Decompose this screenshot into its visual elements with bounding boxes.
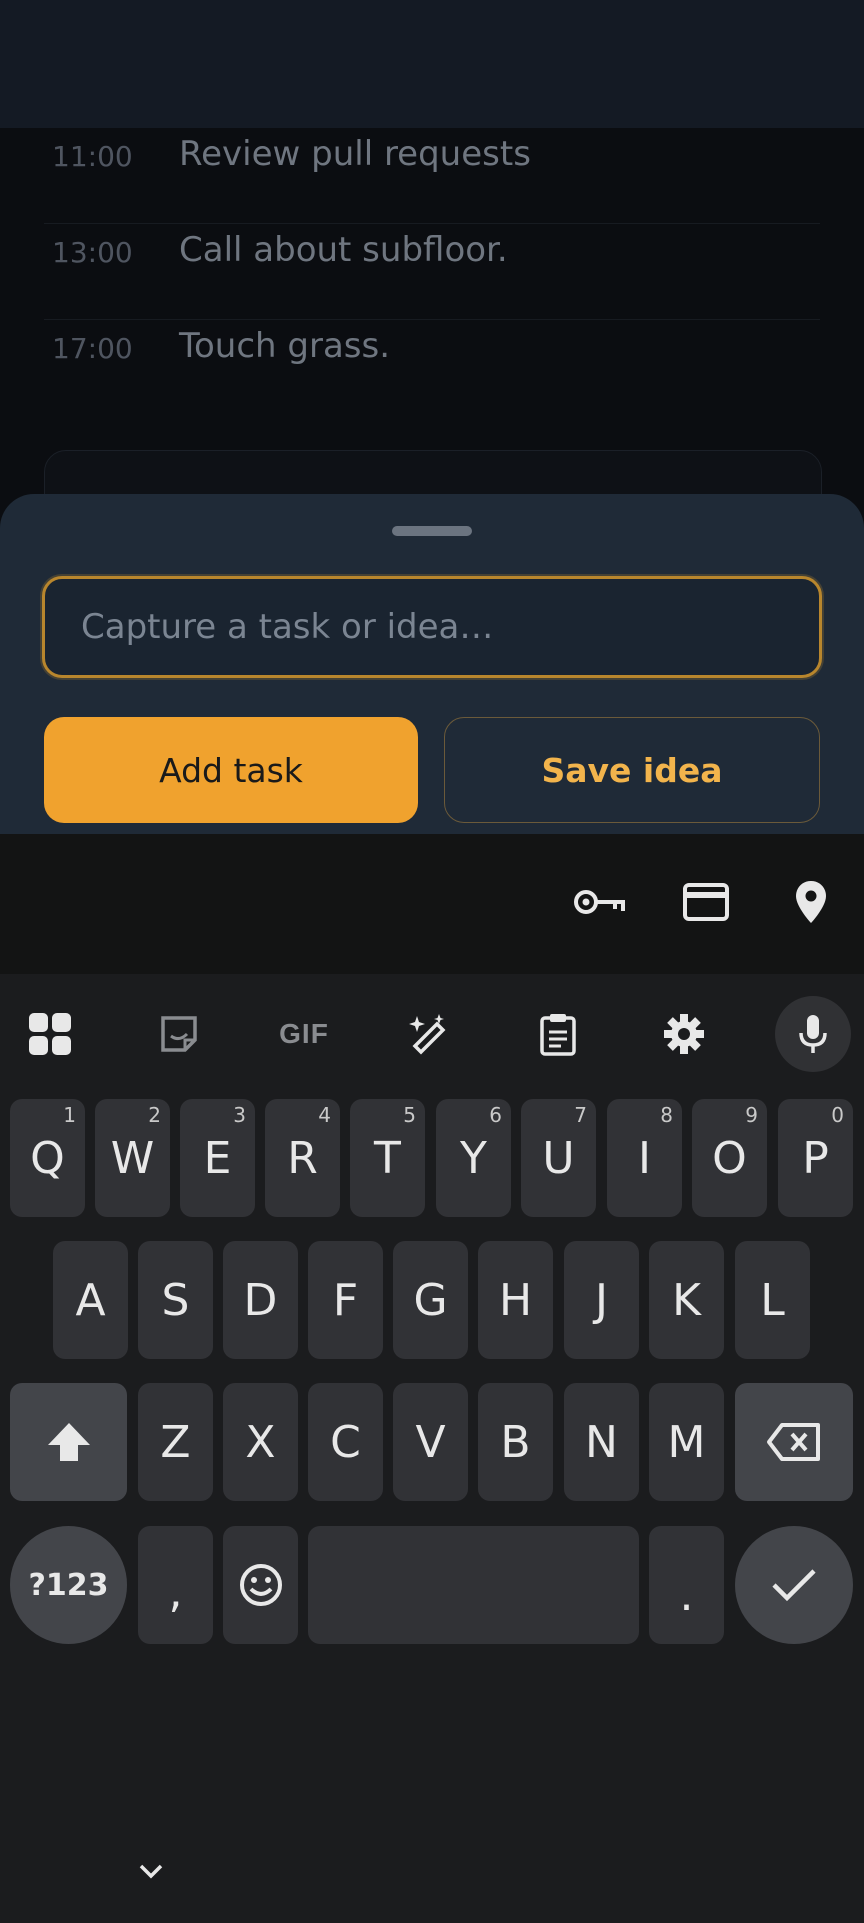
key-j[interactable]: J: [564, 1241, 639, 1359]
drag-handle[interactable]: [392, 526, 472, 536]
shift-key[interactable]: [10, 1383, 127, 1501]
key-label: O: [712, 1132, 747, 1184]
quick-capture-sheet: Add task Save idea: [0, 494, 864, 834]
key-hint: 4: [318, 1103, 331, 1127]
key-hint: 7: [574, 1103, 587, 1127]
key-s[interactable]: S: [138, 1241, 213, 1359]
schedule-title: Touch grass.: [179, 326, 391, 366]
key-o[interactable]: O9: [692, 1099, 767, 1217]
key-label: T: [374, 1132, 401, 1184]
keyboard-toolbar: GIF: [0, 974, 864, 1096]
add-task-button[interactable]: Add task: [44, 717, 418, 823]
key-m[interactable]: M: [649, 1383, 724, 1501]
key-label: P: [802, 1132, 829, 1184]
schedule-title: Review pull requests: [179, 134, 531, 174]
location-pin-icon[interactable]: [781, 872, 841, 932]
schedule-time: 11:00: [52, 140, 133, 173]
microphone-icon[interactable]: [775, 996, 851, 1072]
key-p[interactable]: P0: [778, 1099, 853, 1217]
gif-label: GIF: [279, 1018, 329, 1049]
save-idea-button[interactable]: Save idea: [444, 717, 820, 823]
key-hint: 3: [233, 1103, 246, 1127]
comma-key[interactable]: ,: [138, 1526, 213, 1644]
backspace-key[interactable]: [735, 1383, 853, 1501]
key-g[interactable]: G: [393, 1241, 468, 1359]
key-hint: 9: [745, 1103, 758, 1127]
backspace-icon: [767, 1423, 820, 1461]
key-v[interactable]: V: [393, 1383, 468, 1501]
key-hint: 6: [489, 1103, 502, 1127]
key-hint: 2: [148, 1103, 161, 1127]
key-y[interactable]: Y6: [436, 1099, 511, 1217]
sticker-icon[interactable]: [141, 996, 217, 1072]
key-l[interactable]: L: [735, 1241, 810, 1359]
schedule-time: 17:00: [52, 332, 133, 365]
key-icon[interactable]: [570, 872, 630, 932]
check-icon: [772, 1569, 816, 1602]
shift-icon: [47, 1423, 90, 1461]
emoji-key[interactable]: [223, 1526, 298, 1644]
key-h[interactable]: H: [478, 1241, 553, 1359]
key-c[interactable]: C: [308, 1383, 383, 1501]
key-z[interactable]: Z: [138, 1383, 213, 1501]
space-key[interactable]: [308, 1526, 639, 1644]
key-i[interactable]: I8: [607, 1099, 682, 1217]
apps-grid-icon[interactable]: [12, 996, 88, 1072]
settings-icon[interactable]: [646, 996, 722, 1072]
key-f[interactable]: F: [308, 1241, 383, 1359]
gif-icon[interactable]: GIF: [266, 996, 342, 1072]
key-hint: 5: [403, 1103, 416, 1127]
key-u[interactable]: U7: [521, 1099, 596, 1217]
emoji-icon: [239, 1564, 282, 1606]
key-label: U: [542, 1132, 575, 1184]
key-label: I: [638, 1132, 651, 1184]
status-bar-area: [0, 0, 864, 128]
key-hint: 0: [831, 1103, 844, 1127]
capture-field[interactable]: [42, 576, 822, 678]
key-w[interactable]: W2: [95, 1099, 170, 1217]
key-r[interactable]: R4: [265, 1099, 340, 1217]
schedule-row[interactable]: 17:00 Touch grass.: [44, 320, 820, 415]
chevron-down-icon[interactable]: [134, 1854, 168, 1888]
key-hint: 1: [63, 1103, 76, 1127]
autofill-bar: [0, 834, 864, 974]
key-label: R: [287, 1132, 318, 1184]
key-q[interactable]: Q1: [10, 1099, 85, 1217]
key-label: W: [110, 1132, 155, 1184]
key-label: Y: [460, 1132, 487, 1184]
key-x[interactable]: X: [223, 1383, 298, 1501]
key-n[interactable]: N: [564, 1383, 639, 1501]
period-key[interactable]: .: [649, 1526, 724, 1644]
key-hint: 8: [660, 1103, 673, 1127]
key-b[interactable]: B: [478, 1383, 553, 1501]
schedule-title: Call about subfloor.: [179, 230, 508, 270]
schedule-row[interactable]: 13:00 Call about subfloor.: [44, 224, 820, 320]
schedule-time: 13:00: [52, 236, 133, 269]
key-k[interactable]: K: [649, 1241, 724, 1359]
key-label: E: [203, 1132, 232, 1184]
symbols-key[interactable]: ?123: [10, 1526, 127, 1644]
schedule-row[interactable]: 11:00 Review pull requests: [44, 128, 820, 224]
key-t[interactable]: T5: [350, 1099, 425, 1217]
credit-card-icon[interactable]: [676, 872, 736, 932]
clipboard-icon[interactable]: [520, 996, 596, 1072]
magic-edit-icon[interactable]: [393, 996, 469, 1072]
capture-input[interactable]: [45, 579, 819, 675]
enter-key[interactable]: [735, 1526, 853, 1644]
key-d[interactable]: D: [223, 1241, 298, 1359]
keyboard: GIF Q1 W2 E3 R4 T5 Y6 U7 I8 O9 P0 A S D …: [0, 834, 864, 1923]
key-e[interactable]: E3: [180, 1099, 255, 1217]
key-label: Q: [30, 1132, 65, 1184]
key-a[interactable]: A: [53, 1241, 128, 1359]
